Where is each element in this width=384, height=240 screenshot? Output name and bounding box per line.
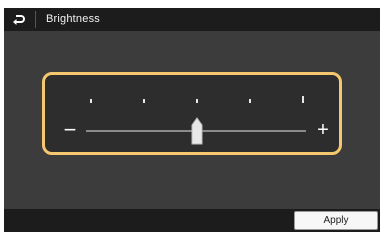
brightness-screen: Brightness − + Apply [0, 0, 384, 240]
minus-icon[interactable]: − [63, 117, 77, 143]
slider-tick [249, 99, 251, 103]
content-area: − + [4, 31, 380, 209]
page-title: Brightness [46, 13, 100, 25]
back-arrow-icon [13, 14, 25, 25]
slider-tick [90, 99, 92, 103]
title-bar: Brightness [4, 8, 380, 31]
plus-icon[interactable]: + [315, 117, 331, 143]
back-button[interactable] [4, 8, 34, 31]
bottom-bar: Apply [4, 209, 380, 232]
brightness-slider[interactable]: − + [42, 72, 342, 155]
title-divider [35, 11, 36, 28]
apply-button[interactable]: Apply [294, 211, 378, 230]
slider-handle[interactable] [190, 117, 204, 145]
slider-tick [196, 99, 198, 103]
slider-tick [302, 96, 304, 103]
slider-tick [143, 99, 145, 103]
